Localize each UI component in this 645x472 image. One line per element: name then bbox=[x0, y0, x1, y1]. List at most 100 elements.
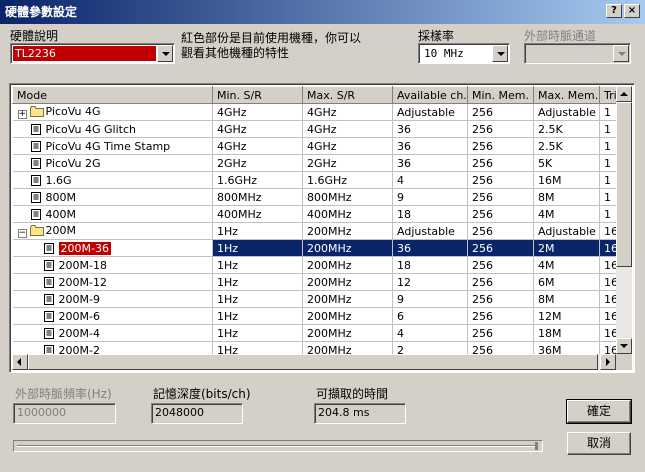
help-button[interactable]: ? bbox=[606, 4, 622, 18]
arrow-up-icon bbox=[620, 92, 628, 96]
table-row[interactable]: + PicoVu 4G 4GHz 4GHz Adjustable 256 Adjustabl… bbox=[12, 103, 625, 121]
sample-rate-dropdown[interactable]: 10 MHz bbox=[418, 43, 510, 64]
table-row[interactable]: 200M-18 1Hz 200MHz 18 256 4M 16 bbox=[12, 256, 625, 274]
cell-min-mem: 256 bbox=[467, 290, 534, 308]
col-max-sr[interactable]: Max. S/R bbox=[302, 86, 393, 104]
document-icon bbox=[43, 259, 55, 271]
cell-mode: PicoVu 4G Time Stamp bbox=[12, 137, 213, 155]
cell-available-ch: Adjustable bbox=[392, 103, 468, 121]
cell-available-ch: 36 bbox=[392, 137, 468, 155]
ext-clock-label: 外部時脈頻率(Hz) bbox=[15, 387, 112, 401]
capture-time-label: 可擷取的時間 bbox=[316, 387, 389, 401]
cell-max-mem: 4M bbox=[533, 205, 600, 223]
note-line-1: 紅色部份是目前使用機種，你可以 bbox=[181, 31, 362, 45]
table-row[interactable]: 200M-12 1Hz 200MHz 12 256 6M 16 bbox=[12, 273, 625, 291]
hscroll-thumb[interactable] bbox=[28, 354, 598, 370]
scroll-left-button[interactable] bbox=[12, 354, 28, 370]
progress-bar bbox=[13, 440, 543, 452]
scroll-up-button[interactable] bbox=[616, 86, 632, 102]
cell-mode: 800M bbox=[12, 188, 213, 206]
cell-available-ch: 18 bbox=[392, 205, 468, 223]
cell-mode: 200M-9 bbox=[12, 290, 213, 308]
document-icon bbox=[43, 276, 55, 288]
cell-mode: PicoVu 4G Glitch bbox=[12, 120, 213, 138]
col-available-ch[interactable]: Available ch. bbox=[392, 86, 468, 104]
cell-max-sr: 1.6GHz bbox=[302, 171, 393, 189]
table-row[interactable]: PicoVu 4G Time Stamp 4GHz 4GHz 36 256 2.5K 1 bbox=[12, 137, 625, 155]
ext-channel-label: 外部時脈通道 bbox=[524, 29, 597, 43]
scroll-down-button[interactable] bbox=[616, 338, 632, 354]
cell-min-mem: 256 bbox=[467, 137, 534, 155]
table-row[interactable]: 200M-6 1Hz 200MHz 6 256 12M 16 bbox=[12, 307, 625, 325]
hardware-value: TL2236 bbox=[13, 46, 156, 61]
cell-min-sr: 1Hz bbox=[212, 273, 303, 291]
col-min-mem[interactable]: Min. Mem. bbox=[467, 86, 534, 104]
mode-table: Mode Min. S/R Max. S/R Available ch. Min… bbox=[12, 86, 625, 359]
header-row: Mode Min. S/R Max. S/R Available ch. Min… bbox=[12, 86, 625, 104]
chevron-down-icon[interactable] bbox=[492, 45, 508, 62]
table-row[interactable]: 400M 400MHz 400MHz 18 256 4M 1 bbox=[12, 205, 625, 223]
table-row[interactable]: 200M-4 1Hz 200MHz 4 256 18M 16 bbox=[12, 324, 625, 342]
collapse-icon[interactable]: − bbox=[17, 229, 27, 238]
window-title: 硬體參數設定 bbox=[5, 5, 78, 19]
table-row[interactable]: 1.6G 1.6GHz 1.6GHz 4 256 16M 1 bbox=[12, 171, 625, 189]
hardware-label: 硬體說明 bbox=[10, 29, 59, 43]
cell-min-mem: 256 bbox=[467, 103, 534, 121]
hardware-dropdown[interactable]: TL2236 bbox=[10, 43, 175, 64]
mode-label: 200M-6 bbox=[58, 309, 100, 323]
horizontal-scrollbar[interactable] bbox=[12, 354, 616, 370]
mode-label: 1.6G bbox=[45, 173, 72, 187]
scroll-right-button[interactable] bbox=[600, 354, 616, 370]
cell-min-sr: 4GHz bbox=[212, 103, 303, 121]
cell-max-sr: 4GHz bbox=[302, 137, 393, 155]
cell-min-sr: 1Hz bbox=[212, 290, 303, 308]
col-max-mem[interactable]: Max. Mem. bbox=[533, 86, 600, 104]
mem-depth-field: 2048000 bbox=[151, 403, 243, 424]
cell-mode: − 200M bbox=[12, 222, 213, 240]
cell-min-mem: 256 bbox=[467, 154, 534, 172]
cell-min-sr: 1.6GHz bbox=[212, 171, 303, 189]
table-row[interactable]: PicoVu 4G Glitch 4GHz 4GHz 36 256 2.5K 1 bbox=[12, 120, 625, 138]
cell-available-ch: 36 bbox=[392, 239, 468, 257]
cell-max-mem: 2M bbox=[533, 239, 600, 257]
table-row[interactable]: 200M-9 1Hz 200MHz 9 256 8M 16 bbox=[12, 290, 625, 308]
cell-available-ch: 12 bbox=[392, 273, 468, 291]
cell-max-sr: 200MHz bbox=[302, 239, 393, 257]
chevron-down-icon[interactable] bbox=[157, 45, 173, 62]
progress-end bbox=[535, 442, 538, 450]
col-mode[interactable]: Mode bbox=[12, 86, 213, 104]
sample-rate-label: 採樣率 bbox=[418, 29, 455, 43]
table-row[interactable]: −200M 1Hz 200MHz Adjustable 256 Adjustable 16 bbox=[12, 222, 625, 240]
col-min-sr[interactable]: Min. S/R bbox=[212, 86, 303, 104]
expand-icon[interactable]: + bbox=[17, 110, 27, 119]
scroll-thumb[interactable] bbox=[616, 102, 632, 267]
cell-mode: 400M bbox=[12, 205, 213, 223]
cell-available-ch: Adjustable bbox=[392, 222, 468, 240]
cell-max-mem: Adjustable bbox=[533, 222, 600, 240]
table-row[interactable]: PicoVu 2G 2GHz 2GHz 36 256 5K 1 bbox=[12, 154, 625, 172]
mode-list[interactable]: Mode Min. S/R Max. S/R Available ch. Min… bbox=[9, 83, 635, 373]
cancel-button[interactable]: 取消 bbox=[567, 432, 631, 455]
mode-label: 200M-4 bbox=[58, 326, 100, 340]
cell-max-mem: 12M bbox=[533, 307, 600, 325]
cell-min-mem: 256 bbox=[467, 171, 534, 189]
cell-max-mem: 8M bbox=[533, 188, 600, 206]
cell-min-sr: 1Hz bbox=[212, 307, 303, 325]
close-button[interactable]: × bbox=[624, 4, 640, 18]
cell-available-ch: 18 bbox=[392, 256, 468, 274]
cell-mode: 200M-36 bbox=[12, 239, 213, 257]
cell-min-mem: 256 bbox=[467, 188, 534, 206]
ext-channel-dropdown[interactable] bbox=[524, 43, 631, 64]
table-row[interactable]: 800M 800MHz 800MHz 9 256 8M 1 bbox=[12, 188, 625, 206]
cell-min-mem: 256 bbox=[467, 307, 534, 325]
cell-max-mem: 5K bbox=[533, 154, 600, 172]
mode-label: 200M-36 bbox=[58, 241, 111, 255]
arrow-down-icon bbox=[620, 344, 628, 348]
vertical-scrollbar[interactable] bbox=[616, 86, 632, 354]
document-icon bbox=[30, 140, 42, 152]
capture-time-field: 204.8 ms bbox=[314, 403, 406, 424]
ok-button[interactable]: 確定 bbox=[566, 399, 632, 424]
mode-label: PicoVu 2G bbox=[45, 156, 101, 170]
table-row[interactable]: 200M-36 1Hz 200MHz 36 256 2M 16 bbox=[12, 239, 625, 257]
ext-clock-field: 1000000 bbox=[13, 403, 116, 424]
